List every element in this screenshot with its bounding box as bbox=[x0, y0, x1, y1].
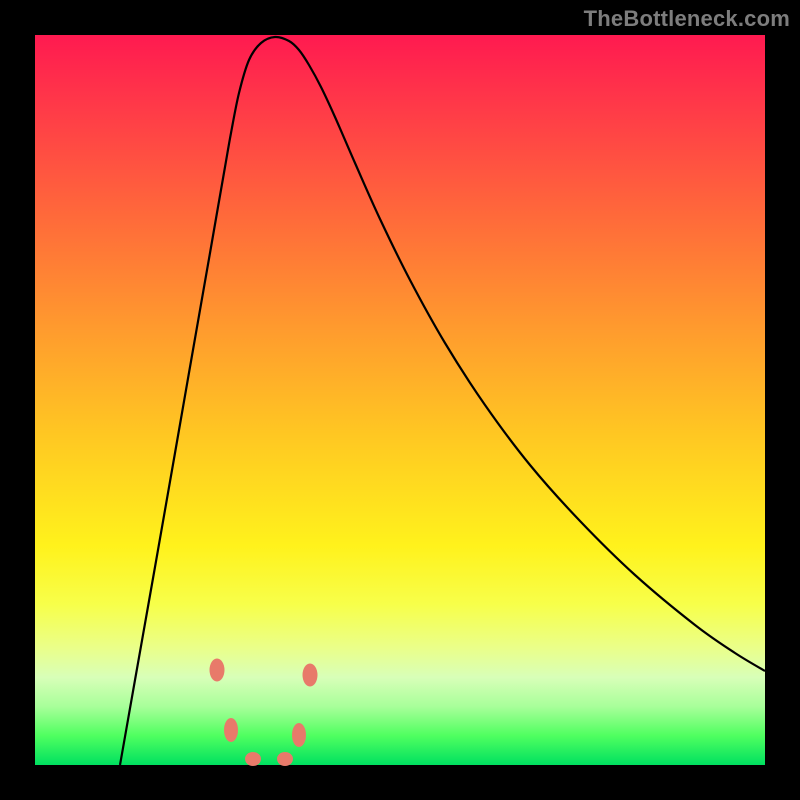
marker-right-lower bbox=[292, 723, 306, 747]
watermark-text: TheBottleneck.com bbox=[584, 6, 790, 32]
bottleneck-curve bbox=[120, 37, 765, 765]
outer-frame: TheBottleneck.com bbox=[0, 0, 800, 800]
marker-right-upper bbox=[303, 664, 318, 687]
marker-left-upper bbox=[210, 659, 225, 682]
marker-bottom-left bbox=[245, 752, 261, 766]
marker-left-lower bbox=[224, 718, 238, 742]
marker-bottom-right bbox=[277, 752, 293, 766]
curve-svg bbox=[35, 35, 765, 765]
chart-plot-area bbox=[35, 35, 765, 765]
